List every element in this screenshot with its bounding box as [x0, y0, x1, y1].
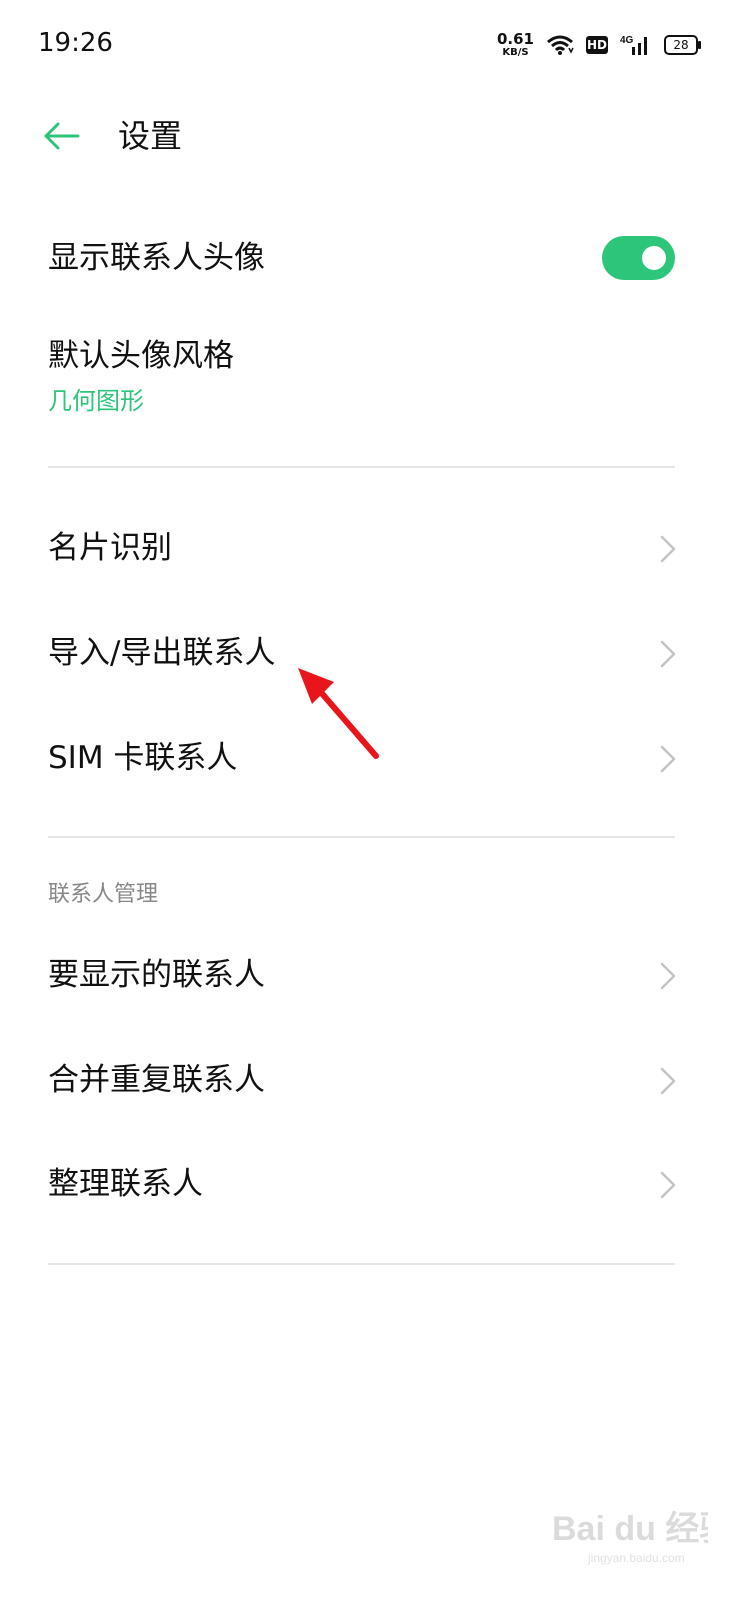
divider: [48, 466, 675, 468]
chevron-right-icon: [660, 745, 676, 773]
organize-contacts-item[interactable]: 整理联系人: [48, 1164, 203, 1204]
chevron-right-icon: [660, 1067, 676, 1095]
watermark-url: jingyan.baidu.com: [587, 1551, 685, 1565]
wifi-icon: [547, 35, 574, 55]
annotation-arrow-icon: [298, 668, 379, 759]
hd-icon: HD: [586, 36, 608, 54]
baidu-watermark-logo: Bai du 经验 jingyan.baidu.com: [552, 1509, 708, 1565]
chevron-right-icon: [660, 535, 676, 563]
show-avatar-label: 显示联系人头像: [48, 240, 265, 276]
sim-contacts-item[interactable]: SIM 卡联系人: [48, 738, 237, 778]
import-export-item[interactable]: 导入/导出联系人: [48, 633, 275, 673]
battery-level: 28: [673, 38, 689, 52]
section-header-contact-management: 联系人管理: [48, 882, 159, 907]
contacts-to-display-item[interactable]: 要显示的联系人: [48, 955, 265, 995]
chevron-right-icon: [660, 640, 676, 668]
back-arrow-icon[interactable]: [40, 114, 84, 158]
merge-duplicates-item[interactable]: 合并重复联系人: [48, 1060, 265, 1100]
network-speed: 0.61 KB/S: [497, 32, 534, 58]
divider: [48, 1263, 675, 1265]
card-recognition-item[interactable]: 名片识别: [48, 528, 172, 568]
battery-icon: 28: [664, 35, 701, 55]
chevron-right-icon: [660, 962, 676, 990]
signal-label: 4G: [620, 35, 634, 46]
signal-icon: 4G: [620, 35, 647, 55]
default-avatar-style-value: 几何图形: [48, 387, 144, 415]
show-avatar-toggle[interactable]: [602, 236, 675, 280]
chevron-right-icon: [660, 1171, 676, 1199]
watermark-brand: Bai du 经验: [552, 1509, 708, 1548]
page-title: 设置: [118, 117, 183, 155]
network-speed-unit: KB/S: [502, 47, 529, 58]
divider: [48, 836, 675, 838]
status-time: 19:26: [38, 28, 113, 58]
default-avatar-style-label[interactable]: 默认头像风格: [48, 336, 234, 376]
status-icons: 0.61 KB/S HD 4G 28: [497, 30, 701, 60]
toggle-knob: [642, 246, 666, 270]
network-speed-value: 0.61: [496, 30, 534, 48]
